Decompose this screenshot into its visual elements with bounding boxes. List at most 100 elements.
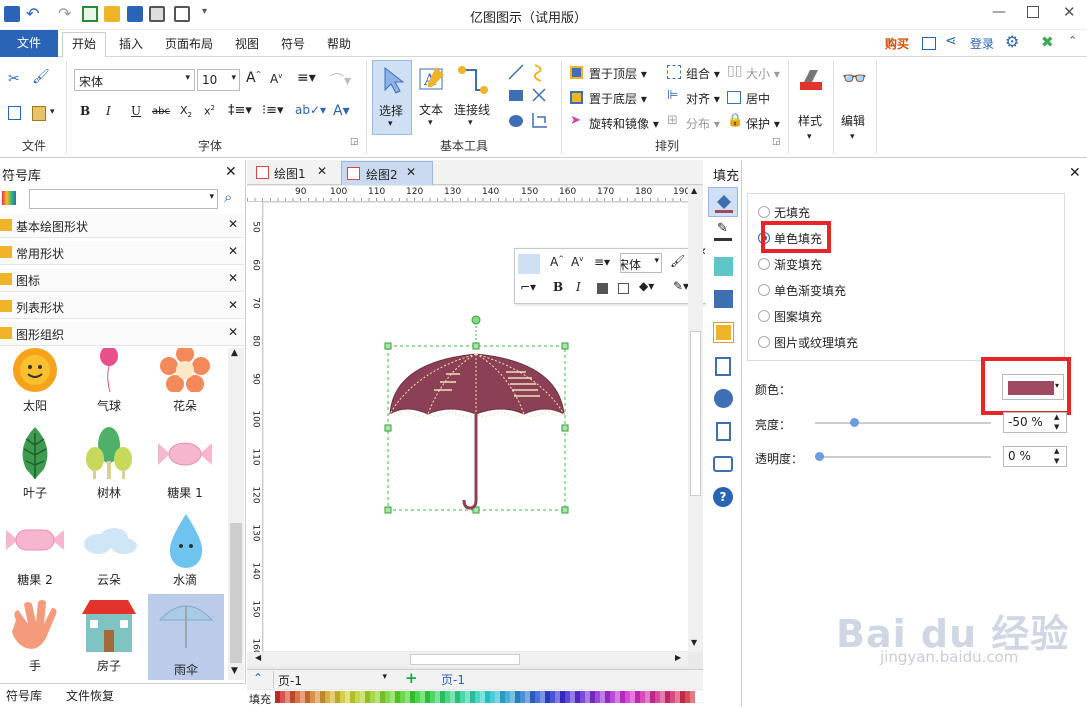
page-tab[interactable]: 页-1 — [441, 671, 465, 688]
settings-icon[interactable]: ⚙ — [1005, 32, 1019, 51]
font-dialog-launcher-icon[interactable]: ◲ — [350, 137, 359, 147]
scroll-left-icon[interactable]: ◀ — [255, 653, 261, 662]
save-icon[interactable] — [127, 6, 143, 22]
brightness-slider-knob[interactable] — [850, 418, 860, 427]
scroll-up-icon[interactable]: ▲ — [691, 186, 697, 195]
library-menu-icon[interactable] — [2, 191, 16, 205]
category-basic-drawing[interactable]: 基本绘图形状 ✕ — [0, 214, 244, 238]
shape-trees[interactable]: 树林 — [74, 423, 144, 503]
globe-icon[interactable] — [714, 389, 733, 408]
radio-single-gradient-fill[interactable] — [758, 284, 770, 296]
mini-select-icon[interactable] — [518, 254, 540, 274]
font-color-icon[interactable]: A▾ — [333, 103, 350, 119]
shape-sun[interactable]: 太阳 — [0, 348, 70, 416]
open-file-icon[interactable] — [104, 6, 120, 22]
paste-dropdown-icon[interactable]: ▾ — [50, 107, 55, 117]
doc-tab-2[interactable]: 绘图2 ✕ — [341, 161, 433, 185]
mini-front-icon[interactable] — [597, 283, 608, 294]
basic-shapes-palette[interactable] — [505, 63, 553, 135]
scroll-right-icon[interactable]: ▶ — [675, 653, 681, 662]
fill-tool-button[interactable] — [708, 187, 738, 217]
symbol-scrollbar[interactable]: ▲ ▼ — [228, 348, 244, 680]
comment-icon[interactable] — [713, 456, 733, 472]
copy-icon[interactable] — [8, 106, 21, 120]
attachment-icon[interactable] — [716, 422, 731, 441]
mini-format-painter-icon[interactable]: 🖌 — [670, 254, 685, 268]
send-to-back-button[interactable]: 置于底层 ▾ — [589, 90, 647, 107]
shape-leaf[interactable]: 叶子 — [0, 423, 70, 503]
search-icon[interactable]: ⌕ — [224, 188, 232, 206]
radio-gradient-fill[interactable] — [758, 258, 770, 270]
text-effect-icon[interactable]: ⌒▾ — [330, 70, 351, 90]
minimize-button[interactable]: — — [992, 4, 1006, 20]
shape-house[interactable]: 房子 — [74, 596, 144, 676]
undo-icon[interactable]: ↶ — [26, 6, 42, 22]
shape-candy-2[interactable]: 糖果 2 — [0, 510, 70, 590]
umbrella-shape[interactable] — [384, 312, 569, 517]
add-page-icon[interactable]: + — [405, 669, 418, 687]
export-icon[interactable] — [174, 6, 190, 22]
align-icon[interactable]: ≡▾ — [297, 70, 316, 86]
transparency-slider[interactable] — [815, 452, 991, 461]
tab-symbol-library[interactable]: 符号库 — [6, 687, 42, 704]
plugin-icon[interactable]: ✖ — [1041, 33, 1054, 51]
scroll-down-icon[interactable]: ▼ — [231, 666, 238, 676]
customize-toolbar-icon[interactable]: ▾ — [202, 6, 218, 22]
italic-icon[interactable]: I — [106, 104, 111, 118]
distribute-button[interactable]: 分布 ▾ — [686, 115, 720, 132]
spinner-icon[interactable]: ▲ ▼ — [1054, 412, 1059, 432]
radio-picture-fill[interactable] — [758, 336, 770, 348]
close-panel-icon[interactable]: ✕ — [225, 164, 237, 180]
color-palette[interactable] — [275, 691, 705, 704]
shadow-tool-icon[interactable] — [714, 257, 733, 276]
mini-line-icon[interactable]: ✎▾ — [673, 279, 689, 293]
collapse-ribbon-icon[interactable]: ⌃ — [1068, 34, 1077, 47]
category-graphic-organizer[interactable]: 图形组织 ✕ — [0, 322, 244, 346]
option-picture-fill[interactable]: 图片或纹理填充 — [774, 334, 858, 351]
mini-connector-icon[interactable]: ⌐▾ — [520, 280, 536, 294]
shrink-font-icon[interactable]: Av — [270, 72, 282, 86]
transparency-slider-knob[interactable] — [815, 452, 824, 461]
tab-view[interactable]: 视图 — [235, 35, 259, 52]
close-tab-icon[interactable]: ✕ — [406, 165, 416, 179]
radio-no-fill[interactable] — [758, 206, 770, 218]
new-file-icon[interactable] — [82, 6, 98, 22]
close-category-icon[interactable]: ✕ — [228, 325, 238, 339]
category-common-shapes[interactable]: 常用形状 ✕ — [0, 241, 244, 265]
group-button[interactable]: 组合 ▾ — [686, 65, 720, 82]
connector-tool-button[interactable]: 连接线 ▾ — [452, 60, 492, 135]
center-button[interactable]: 居中 — [746, 90, 770, 107]
redo-icon[interactable]: ↷ — [58, 6, 74, 22]
tab-symbol[interactable]: 符号 — [281, 35, 305, 52]
underline-icon[interactable]: U — [131, 104, 141, 118]
font-name-select[interactable]: 宋体 ▾ — [74, 69, 195, 91]
tab-home[interactable]: 开始 — [72, 35, 96, 52]
strikethrough-icon[interactable]: abc — [152, 106, 170, 117]
option-gradient-fill[interactable]: 渐变填充 — [774, 256, 822, 273]
doc-tab-1[interactable]: 绘图1 ✕ — [253, 162, 335, 184]
mini-grow-font-icon[interactable]: A^ — [550, 255, 564, 269]
page-select[interactable]: 页-1 ▾ — [273, 671, 391, 688]
style-button[interactable]: 样式 ▾ — [793, 60, 829, 150]
help-icon[interactable]: ? — [713, 487, 733, 507]
option-pattern-fill[interactable]: 图案填充 — [774, 308, 822, 325]
paste-icon[interactable] — [32, 106, 46, 121]
shape-balloon[interactable]: 气球 — [74, 348, 144, 416]
superscript-icon[interactable]: x2 — [204, 104, 215, 118]
shape-flower[interactable]: 花朵 — [150, 348, 220, 416]
print-icon[interactable] — [149, 6, 165, 22]
grow-font-icon[interactable]: A^ — [246, 70, 261, 86]
page-up-icon[interactable]: ⌃ — [253, 671, 263, 685]
shape-candy-1[interactable]: 糖果 1 — [150, 423, 220, 503]
mini-shrink-font-icon[interactable]: Av — [571, 255, 583, 269]
page-setup-icon[interactable] — [715, 357, 731, 376]
close-category-icon[interactable]: ✕ — [228, 217, 238, 231]
login-link[interactable]: 登录 — [970, 35, 994, 52]
share-page-icon[interactable] — [922, 37, 936, 50]
brightness-input[interactable]: -50 % ▲ ▼ — [1003, 412, 1067, 433]
tab-file-recovery[interactable]: 文件恢复 — [66, 687, 114, 704]
scrollbar-thumb[interactable] — [410, 654, 520, 665]
scrollbar-thumb[interactable] — [230, 523, 242, 663]
arrange-dialog-launcher-icon[interactable]: ◲ — [772, 137, 781, 147]
highlight-icon[interactable]: ab✓▾ — [295, 103, 326, 117]
